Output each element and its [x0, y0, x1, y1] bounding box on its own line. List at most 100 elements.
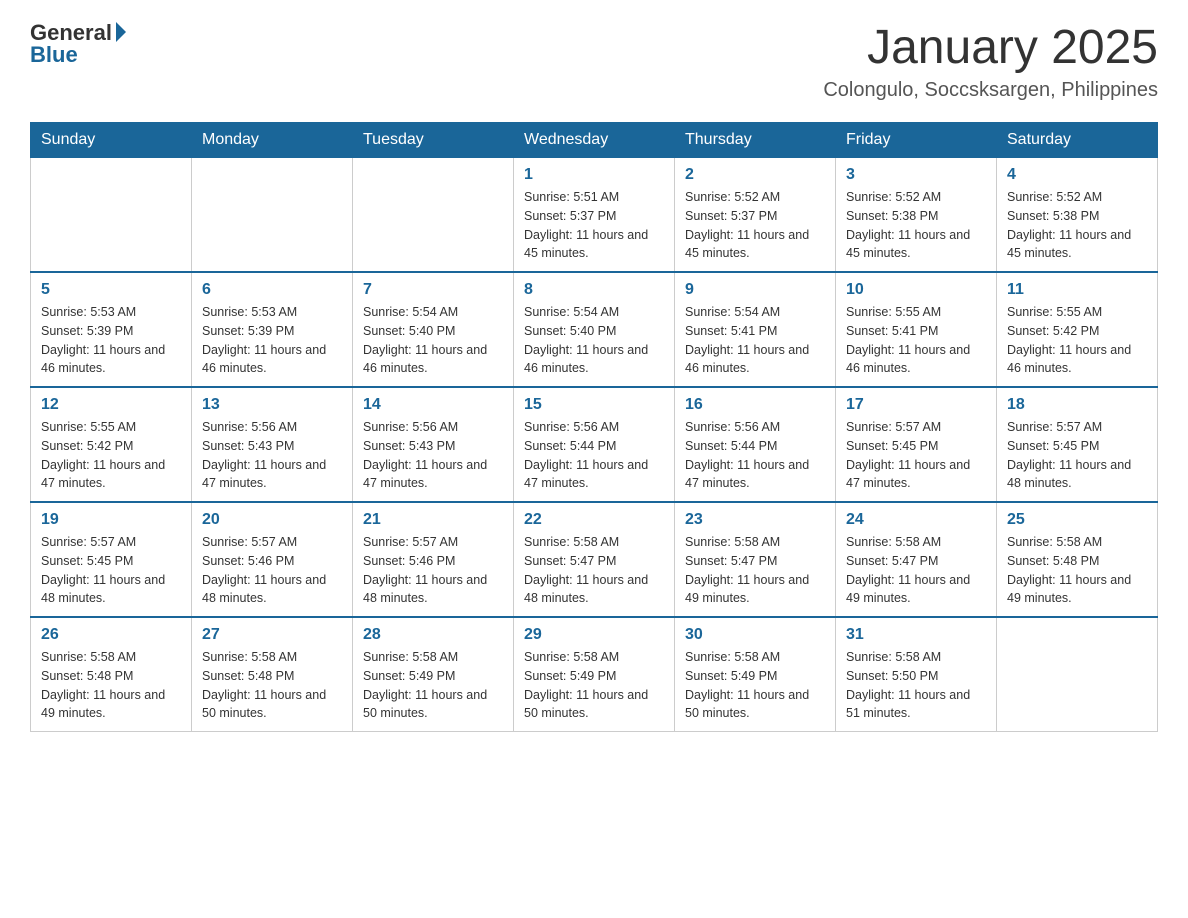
table-row: 14Sunrise: 5:56 AMSunset: 5:43 PMDayligh… — [353, 387, 514, 502]
table-row: 9 Sunrise: 5:54 AMSunset: 5:41 PMDaylight… — [675, 272, 836, 387]
table-row: 10Sunrise: 5:55 AMSunset: 5:41 PMDayligh… — [836, 272, 997, 387]
day-number: 27 — [202, 626, 342, 644]
table-row: 5Sunrise: 5:53 AMSunset: 5:39 PMDaylight… — [31, 272, 192, 387]
table-row: 22 Sunrise: 5:58 AMSunset: 5:47 PMDayligh… — [514, 502, 675, 617]
day-info: Sunrise: 5:51 AMSunset: 5:37 PMDaylight:… — [524, 188, 664, 263]
table-row: 13 Sunrise: 5:56 AMSunset: 5:43 PMDayligh… — [192, 387, 353, 502]
day-number: 20 — [202, 511, 342, 529]
day-number: 19 — [41, 511, 181, 529]
day-info: Sunrise: 5:55 AMSunset: 5:42 PMDaylight:… — [1007, 303, 1147, 378]
day-number: 29 — [524, 626, 664, 644]
day-info: Sunrise: 5:54 AMSunset: 5:40 PMDaylight:… — [363, 303, 503, 378]
day-number: 4 — [1007, 166, 1147, 184]
day-info: Sunrise: 5:58 AMSunset: 5:49 PMDaylight:… — [685, 648, 825, 723]
day-info: Sunrise: 5:58 AMSunset: 5:48 PMDaylight:… — [41, 648, 181, 723]
day-number: 24 — [846, 511, 986, 529]
table-row: 26 Sunrise: 5:58 AMSunset: 5:48 PMDayligh… — [31, 617, 192, 732]
day-info: Sunrise: 5:58 AMSunset: 5:48 PMDaylight:… — [202, 648, 342, 723]
table-row — [353, 158, 514, 273]
day-number: 14 — [363, 396, 503, 414]
day-info: Sunrise: 5:58 AMSunset: 5:50 PMDaylight:… — [846, 648, 986, 723]
day-info: Sunrise: 5:58 AMSunset: 5:47 PMDaylight:… — [685, 533, 825, 608]
day-number: 23 — [685, 511, 825, 529]
title-section: January 2025 Colongulo, Soccsksargen, Ph… — [823, 20, 1158, 102]
day-info: Sunrise: 5:53 AMSunset: 5:39 PMDaylight:… — [202, 303, 342, 378]
table-row: 16 Sunrise: 5:56 AMSunset: 5:44 PMDayligh… — [675, 387, 836, 502]
table-row: 4 Sunrise: 5:52 AMSunset: 5:38 PMDaylight… — [997, 158, 1158, 273]
calendar-week-row: 26 Sunrise: 5:58 AMSunset: 5:48 PMDayligh… — [31, 617, 1158, 732]
day-info: Sunrise: 5:57 AMSunset: 5:46 PMDaylight:… — [363, 533, 503, 608]
calendar-table: Sunday Monday Tuesday Wednesday Thursday… — [30, 122, 1158, 732]
day-number: 30 — [685, 626, 825, 644]
day-number: 7 — [363, 281, 503, 299]
calendar-title: January 2025 — [823, 20, 1158, 75]
table-row: 3 Sunrise: 5:52 AMSunset: 5:38 PMDaylight… — [836, 158, 997, 273]
day-number: 12 — [41, 396, 181, 414]
table-row: 30 Sunrise: 5:58 AMSunset: 5:49 PMDayligh… — [675, 617, 836, 732]
table-row: 21 Sunrise: 5:57 AMSunset: 5:46 PMDayligh… — [353, 502, 514, 617]
day-info: Sunrise: 5:58 AMSunset: 5:48 PMDaylight:… — [1007, 533, 1147, 608]
day-number: 18 — [1007, 396, 1147, 414]
header-saturday: Saturday — [997, 123, 1158, 158]
day-info: Sunrise: 5:55 AMSunset: 5:41 PMDaylight:… — [846, 303, 986, 378]
table-row: 27 Sunrise: 5:58 AMSunset: 5:48 PMDayligh… — [192, 617, 353, 732]
day-info: Sunrise: 5:55 AMSunset: 5:42 PMDaylight:… — [41, 418, 181, 493]
day-number: 25 — [1007, 511, 1147, 529]
header-monday: Monday — [192, 123, 353, 158]
calendar-week-row: 19 Sunrise: 5:57 AMSunset: 5:45 PMDayligh… — [31, 502, 1158, 617]
day-number: 9 — [685, 281, 825, 299]
table-row: 2Sunrise: 5:52 AMSunset: 5:37 PMDaylight… — [675, 158, 836, 273]
header-tuesday: Tuesday — [353, 123, 514, 158]
calendar-week-row: 12 Sunrise: 5:55 AMSunset: 5:42 PMDayligh… — [31, 387, 1158, 502]
day-info: Sunrise: 5:56 AMSunset: 5:44 PMDaylight:… — [685, 418, 825, 493]
day-number: 3 — [846, 166, 986, 184]
day-info: Sunrise: 5:58 AMSunset: 5:47 PMDaylight:… — [846, 533, 986, 608]
day-number: 26 — [41, 626, 181, 644]
table-row: 8 Sunrise: 5:54 AMSunset: 5:40 PMDaylight… — [514, 272, 675, 387]
day-info: Sunrise: 5:57 AMSunset: 5:45 PMDaylight:… — [1007, 418, 1147, 493]
calendar-week-row: 1Sunrise: 5:51 AMSunset: 5:37 PMDaylight… — [31, 158, 1158, 273]
day-info: Sunrise: 5:58 AMSunset: 5:47 PMDaylight:… — [524, 533, 664, 608]
table-row: 18 Sunrise: 5:57 AMSunset: 5:45 PMDayligh… — [997, 387, 1158, 502]
day-number: 13 — [202, 396, 342, 414]
day-info: Sunrise: 5:57 AMSunset: 5:45 PMDaylight:… — [846, 418, 986, 493]
day-info: Sunrise: 5:58 AMSunset: 5:49 PMDaylight:… — [524, 648, 664, 723]
table-row: 7 Sunrise: 5:54 AMSunset: 5:40 PMDaylight… — [353, 272, 514, 387]
table-row: 19 Sunrise: 5:57 AMSunset: 5:45 PMDayligh… — [31, 502, 192, 617]
table-row: 31 Sunrise: 5:58 AMSunset: 5:50 PMDayligh… — [836, 617, 997, 732]
calendar-header-row: Sunday Monday Tuesday Wednesday Thursday… — [31, 123, 1158, 158]
day-number: 28 — [363, 626, 503, 644]
day-info: Sunrise: 5:52 AMSunset: 5:37 PMDaylight:… — [685, 188, 825, 263]
table-row — [997, 617, 1158, 732]
table-row: 28 Sunrise: 5:58 AMSunset: 5:49 PMDayligh… — [353, 617, 514, 732]
day-number: 21 — [363, 511, 503, 529]
day-info: Sunrise: 5:54 AMSunset: 5:41 PMDaylight:… — [685, 303, 825, 378]
day-info: Sunrise: 5:52 AMSunset: 5:38 PMDaylight:… — [846, 188, 986, 263]
logo: General Blue — [30, 20, 126, 68]
day-number: 31 — [846, 626, 986, 644]
day-number: 17 — [846, 396, 986, 414]
day-number: 11 — [1007, 281, 1147, 299]
table-row: 25 Sunrise: 5:58 AMSunset: 5:48 PMDayligh… — [997, 502, 1158, 617]
day-number: 6 — [202, 281, 342, 299]
logo-arrow-icon — [116, 22, 126, 42]
day-info: Sunrise: 5:54 AMSunset: 5:40 PMDaylight:… — [524, 303, 664, 378]
table-row: 20Sunrise: 5:57 AMSunset: 5:46 PMDayligh… — [192, 502, 353, 617]
page-header: General Blue January 2025 Colongulo, Soc… — [30, 20, 1158, 102]
table-row: 24 Sunrise: 5:58 AMSunset: 5:47 PMDayligh… — [836, 502, 997, 617]
day-info: Sunrise: 5:56 AMSunset: 5:43 PMDaylight:… — [202, 418, 342, 493]
day-info: Sunrise: 5:57 AMSunset: 5:45 PMDaylight:… — [41, 533, 181, 608]
day-number: 5 — [41, 281, 181, 299]
day-number: 16 — [685, 396, 825, 414]
header-friday: Friday — [836, 123, 997, 158]
table-row — [192, 158, 353, 273]
day-number: 8 — [524, 281, 664, 299]
day-info: Sunrise: 5:58 AMSunset: 5:49 PMDaylight:… — [363, 648, 503, 723]
table-row: 11 Sunrise: 5:55 AMSunset: 5:42 PMDayligh… — [997, 272, 1158, 387]
day-info: Sunrise: 5:52 AMSunset: 5:38 PMDaylight:… — [1007, 188, 1147, 263]
table-row: 23 Sunrise: 5:58 AMSunset: 5:47 PMDayligh… — [675, 502, 836, 617]
header-wednesday: Wednesday — [514, 123, 675, 158]
table-row: 12 Sunrise: 5:55 AMSunset: 5:42 PMDayligh… — [31, 387, 192, 502]
day-number: 22 — [524, 511, 664, 529]
calendar-week-row: 5 Sunrise: 5:53 AMSunset: 5:39 PMDaylight… — [31, 272, 1158, 387]
